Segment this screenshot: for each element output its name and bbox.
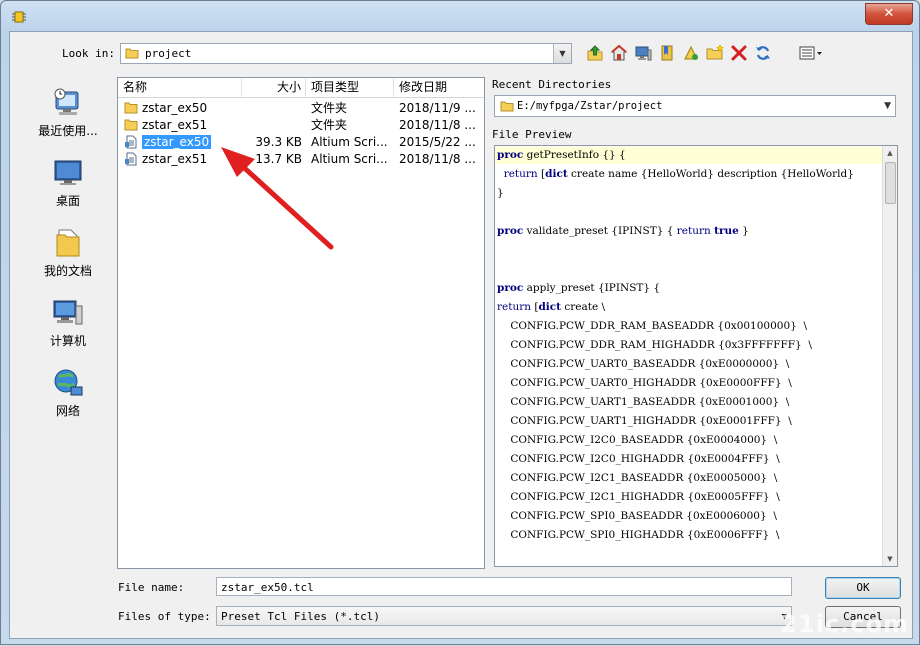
annotation-overlay — [221, 147, 334, 250]
red-arrow-shaft — [236, 160, 334, 250]
file-dialog-window: ✕ Look in: project ▼ 最近使用... 桌面 我的文档 计算机… — [0, 0, 920, 645]
watermark: 21ic.com — [780, 610, 909, 638]
